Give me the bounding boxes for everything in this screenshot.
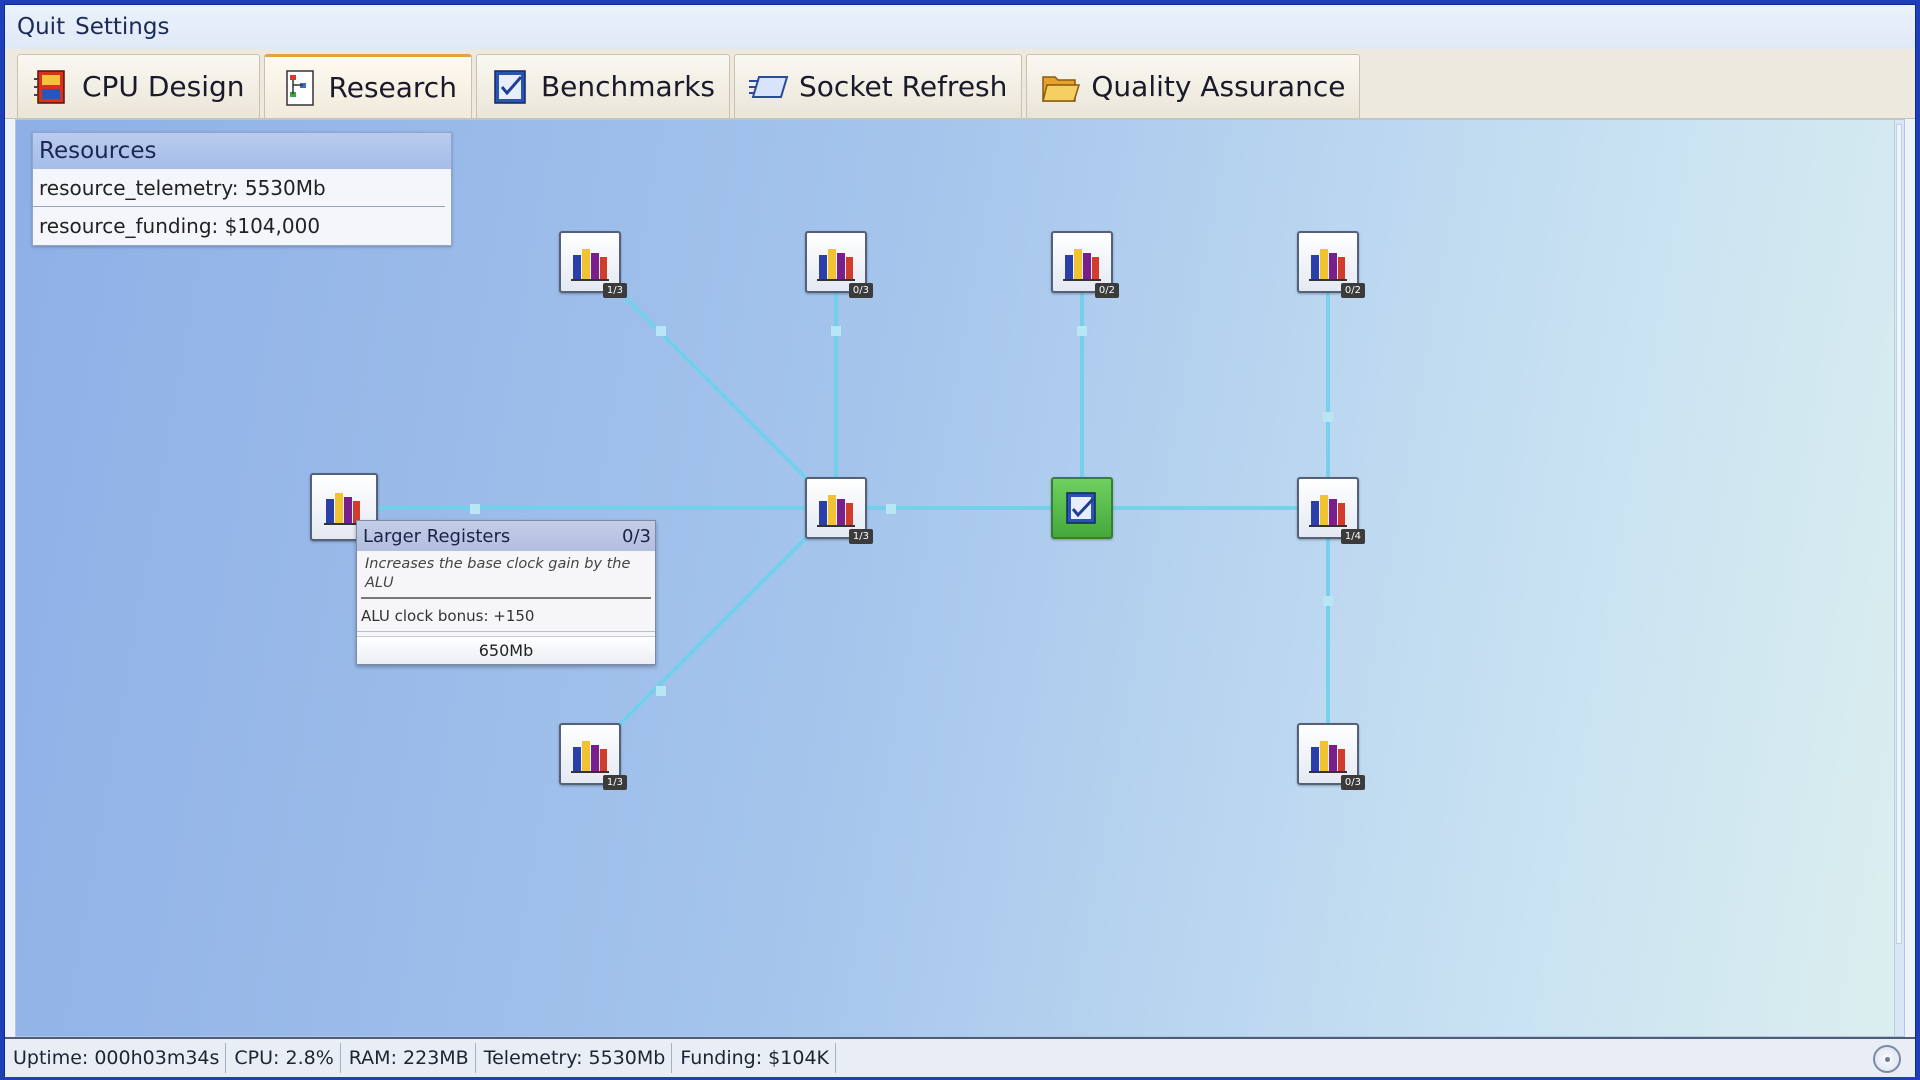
research-node-top-4[interactable]: 0/2: [1297, 231, 1365, 298]
books-icon: [1309, 495, 1347, 527]
node-progress-badge: 1/4: [1340, 529, 1365, 544]
menu-settings[interactable]: Settings: [75, 14, 169, 40]
resources-title: Resources: [33, 133, 451, 169]
status-uptime: Uptime: 000h03m34s: [5, 1043, 227, 1073]
tooltip-title: Larger Registers: [363, 525, 511, 547]
tooltip-cost: 650Mb: [357, 636, 655, 664]
node-progress-badge: 0/3: [1340, 775, 1365, 790]
menu-quit[interactable]: Quit: [17, 14, 65, 40]
link-top1-mid: [588, 260, 838, 510]
books-icon: [571, 741, 609, 773]
tab-socket-refresh[interactable]: Socket Refresh: [734, 54, 1023, 118]
tab-cpu-design[interactable]: CPU Design: [17, 54, 260, 118]
tooltip-description: Increases the base clock gain by the ALU: [361, 551, 651, 599]
books-icon: [1309, 249, 1347, 281]
node-progress-badge: 1/3: [848, 529, 873, 544]
tooltip-progress: 0/3: [622, 525, 651, 547]
research-links: [346, 260, 1333, 756]
tab-benchmarks-label: Benchmarks: [540, 70, 716, 103]
research-node-mid[interactable]: 1/3: [805, 477, 873, 544]
tab-socket-refresh-label: Socket Refresh: [799, 70, 1008, 103]
socket-icon: [749, 75, 789, 98]
status-bar: Uptime: 000h03m34s CPU: 2.8% RAM: 223MB …: [5, 1037, 1915, 1077]
game-window: Quit Settings CPU Design Research Benchm…: [4, 4, 1916, 1077]
node-progress-badge: 0/2: [1340, 283, 1365, 298]
node-progress-badge: 0/3: [848, 283, 873, 298]
tab-research[interactable]: Research: [263, 54, 472, 118]
resources-panel: Resources resource_telemetry: 5530Mb res…: [32, 132, 452, 246]
vertical-scrollbar[interactable]: [1894, 120, 1904, 1036]
menu-bar: Quit Settings: [5, 5, 1915, 49]
books-icon: [817, 495, 855, 527]
research-node-bottom-2[interactable]: 0/3: [1297, 723, 1365, 790]
research-tooltip: Larger Registers 0/3 Increases the base …: [356, 520, 656, 665]
tab-quality-assurance[interactable]: Quality Assurance: [1026, 54, 1361, 118]
research-node-top-1[interactable]: 1/3: [559, 231, 627, 298]
tooltip-header: Larger Registers 0/3: [357, 521, 655, 551]
settings-dial-icon[interactable]: [1873, 1045, 1901, 1073]
tab-bar: CPU Design Research Benchmarks Socket Re…: [5, 49, 1915, 119]
tab-quality-assurance-label: Quality Assurance: [1091, 70, 1346, 103]
research-node-top-2[interactable]: 0/3: [805, 231, 873, 298]
folder-icon: [1042, 75, 1081, 102]
resource-funding: resource_funding: $104,000: [39, 214, 321, 238]
books-icon: [571, 249, 609, 281]
tab-benchmarks[interactable]: Benchmarks: [475, 54, 731, 118]
books-icon: [817, 249, 855, 281]
research-tree-icon: [285, 69, 314, 106]
research-tree-canvas[interactable]: Resources resource_telemetry: 5530Mb res…: [15, 119, 1905, 1037]
research-node-root[interactable]: [1051, 477, 1113, 539]
checklist-icon: [1066, 492, 1096, 524]
research-node-top-3[interactable]: 0/2: [1051, 231, 1119, 298]
node-progress-badge: 0/2: [1094, 283, 1119, 298]
node-progress-badge: 1/3: [602, 775, 627, 790]
benchmark-check-icon: [494, 69, 526, 104]
books-icon: [1309, 741, 1347, 773]
tab-cpu-design-label: CPU Design: [82, 70, 245, 103]
resource-telemetry: resource_telemetry: 5530Mb: [33, 169, 445, 207]
status-ram: RAM: 223MB: [341, 1043, 476, 1073]
tab-research-label: Research: [328, 71, 457, 104]
research-node-right[interactable]: 1/4: [1297, 477, 1365, 544]
books-icon: [1063, 249, 1101, 281]
cpu-chip-icon: [34, 69, 65, 104]
research-node-bottom-1[interactable]: 1/3: [559, 723, 627, 790]
status-funding: Funding: $104K: [672, 1043, 836, 1073]
status-cpu: CPU: 2.8%: [226, 1043, 341, 1073]
node-progress-badge: 1/3: [602, 283, 627, 298]
status-telemetry: Telemetry: 5530Mb: [476, 1043, 673, 1073]
scrollbar-thumb[interactable]: [1896, 124, 1902, 944]
tooltip-stat: ALU clock bonus: +150: [357, 599, 655, 632]
